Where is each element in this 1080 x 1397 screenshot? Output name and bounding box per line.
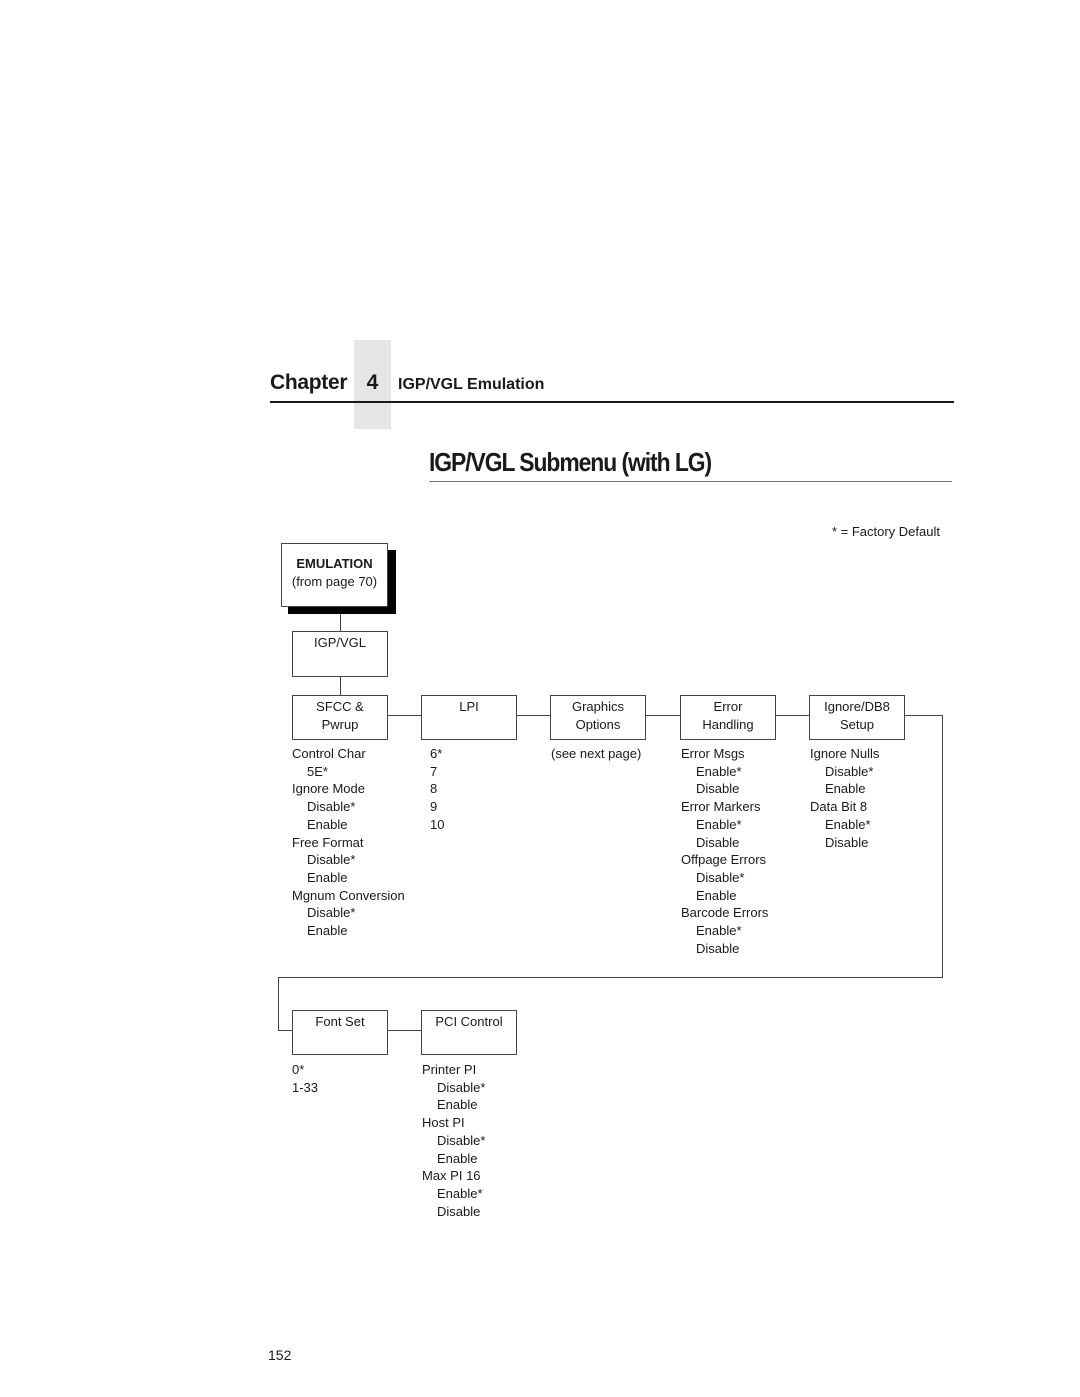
graphics-options-box: Graphics Options bbox=[550, 695, 646, 740]
pci-control-box: PCI Control bbox=[421, 1010, 517, 1055]
option-setting: Max PI 16 bbox=[422, 1168, 481, 1184]
igp-vgl-box: IGP/VGL bbox=[292, 631, 388, 677]
option-value: Enable bbox=[437, 1150, 478, 1166]
connector-line bbox=[388, 1030, 421, 1031]
connector-line bbox=[905, 715, 942, 716]
option-setting: Mgnum Conversion bbox=[292, 887, 405, 903]
option-setting: Error Msgs bbox=[681, 746, 745, 761]
option-setting: Printer PI bbox=[422, 1062, 477, 1077]
connector-line bbox=[388, 715, 421, 716]
option-value: Disable* bbox=[307, 852, 356, 868]
option-value: Enable* bbox=[696, 923, 742, 939]
connector-line bbox=[278, 977, 279, 1030]
option-setting: Error Markers bbox=[681, 799, 761, 815]
graphics-options-list: (see next page) bbox=[551, 745, 641, 763]
option-value: Disable bbox=[825, 834, 869, 850]
box-label-line1: PCI Control bbox=[435, 1014, 503, 1029]
sfcc-pwrup-box: SFCC & Pwrup bbox=[292, 695, 388, 740]
title-rule bbox=[429, 481, 952, 482]
emulation-root-box: EMULATION (from page 70) bbox=[281, 543, 388, 607]
connector-line bbox=[278, 977, 943, 978]
chapter-label: Chapter bbox=[270, 371, 348, 394]
option-value: Disable* bbox=[307, 799, 356, 815]
connector-line bbox=[646, 715, 680, 716]
connector-line bbox=[517, 715, 550, 716]
option-value: Enable bbox=[437, 1097, 478, 1113]
option-setting: (see next page) bbox=[551, 746, 642, 761]
box-label-line2: Setup bbox=[840, 717, 874, 732]
box-label-line1: Font Set bbox=[315, 1014, 365, 1029]
pci-control-options-list: Printer PI Disable* Enable Host PI Disable* E… bbox=[422, 1061, 485, 1220]
option-value: Enable bbox=[307, 816, 348, 832]
option-value: Enable bbox=[307, 923, 348, 939]
ignore-db8-setup-box: Ignore/DB8 Setup bbox=[809, 695, 905, 740]
option-setting: 8 bbox=[430, 781, 438, 797]
option-value: Enable* bbox=[825, 816, 871, 832]
box-label-line1: Ignore/DB8 bbox=[824, 699, 890, 714]
option-value: Disable* bbox=[437, 1132, 486, 1148]
box-label-line1: Error bbox=[713, 699, 743, 714]
sfcc-options-list: Control Char 5E* Ignore Mode Disable* Enable… bbox=[292, 745, 405, 940]
option-setting: Free Format bbox=[292, 834, 364, 850]
box-label-line2: Options bbox=[575, 717, 621, 732]
option-setting: 1-33 bbox=[292, 1079, 319, 1095]
box-label-line2: Pwrup bbox=[321, 717, 359, 732]
option-setting: 10 bbox=[430, 816, 445, 832]
option-setting: 9 bbox=[430, 799, 438, 815]
option-setting: Host PI bbox=[422, 1115, 465, 1131]
option-value: Disable* bbox=[696, 869, 745, 885]
option-value: Disable bbox=[696, 940, 740, 956]
option-value: Enable* bbox=[696, 763, 742, 779]
option-setting: Data Bit 8 bbox=[810, 799, 868, 815]
box-label-line1: SFCC & bbox=[316, 699, 364, 714]
connector-line bbox=[776, 715, 809, 716]
option-setting: Ignore Nulls bbox=[810, 746, 880, 761]
option-setting: 6* bbox=[430, 746, 443, 761]
option-value: Enable bbox=[696, 887, 737, 903]
option-value: Disable* bbox=[307, 905, 356, 921]
option-value: Disable bbox=[696, 834, 740, 850]
connector-line bbox=[340, 614, 341, 631]
font-set-box: Font Set bbox=[292, 1010, 388, 1055]
option-setting: Ignore Mode bbox=[292, 781, 365, 797]
error-handling-box: Error Handling bbox=[680, 695, 776, 740]
box-label-line1: LPI bbox=[459, 699, 479, 714]
root-title: EMULATION bbox=[296, 556, 373, 571]
box-label-line2: Handling bbox=[702, 717, 754, 732]
page-number: 152 bbox=[268, 1347, 292, 1363]
factory-default-legend: * = Factory Default bbox=[831, 524, 940, 539]
option-value: Disable bbox=[696, 781, 740, 797]
root-subtitle: (from page 70) bbox=[291, 574, 378, 589]
header-rule bbox=[270, 401, 954, 403]
box-label-line1: Graphics bbox=[571, 699, 625, 714]
option-value: Disable bbox=[437, 1203, 481, 1219]
ignore-db8-options-list: Ignore Nulls Disable* Enable Data Bit 8 Enab… bbox=[810, 745, 879, 851]
option-setting: 7 bbox=[430, 763, 438, 779]
connector-line bbox=[942, 715, 943, 978]
igp-vgl-label: IGP/VGL bbox=[313, 635, 367, 650]
connector-line bbox=[340, 677, 341, 695]
option-setting: Control Char bbox=[292, 746, 366, 761]
lpi-box: LPI bbox=[421, 695, 517, 740]
page-title: IGP/VGL Submenu (with LG) bbox=[429, 447, 712, 477]
option-setting: Barcode Errors bbox=[681, 905, 769, 921]
option-value: Enable* bbox=[696, 816, 742, 832]
option-value: Enable* bbox=[437, 1185, 483, 1201]
chapter-title: IGP/VGL Emulation bbox=[398, 376, 545, 393]
font-set-options-list: 0* 1-33 bbox=[292, 1061, 318, 1096]
lpi-options-list: 6* 7 8 9 10 bbox=[430, 745, 444, 834]
option-value: Disable* bbox=[437, 1079, 486, 1095]
option-setting: Offpage Errors bbox=[681, 852, 767, 868]
option-value: 5E* bbox=[307, 763, 328, 779]
error-handling-options-list: Error Msgs Enable* Disable Error Markers Ena… bbox=[681, 745, 768, 957]
option-value: Disable* bbox=[825, 763, 874, 779]
connector-line bbox=[278, 1030, 292, 1031]
chapter-number: 4 bbox=[366, 371, 379, 394]
option-setting: 0* bbox=[292, 1062, 305, 1077]
option-value: Enable bbox=[825, 781, 866, 797]
option-value: Enable bbox=[307, 869, 348, 885]
